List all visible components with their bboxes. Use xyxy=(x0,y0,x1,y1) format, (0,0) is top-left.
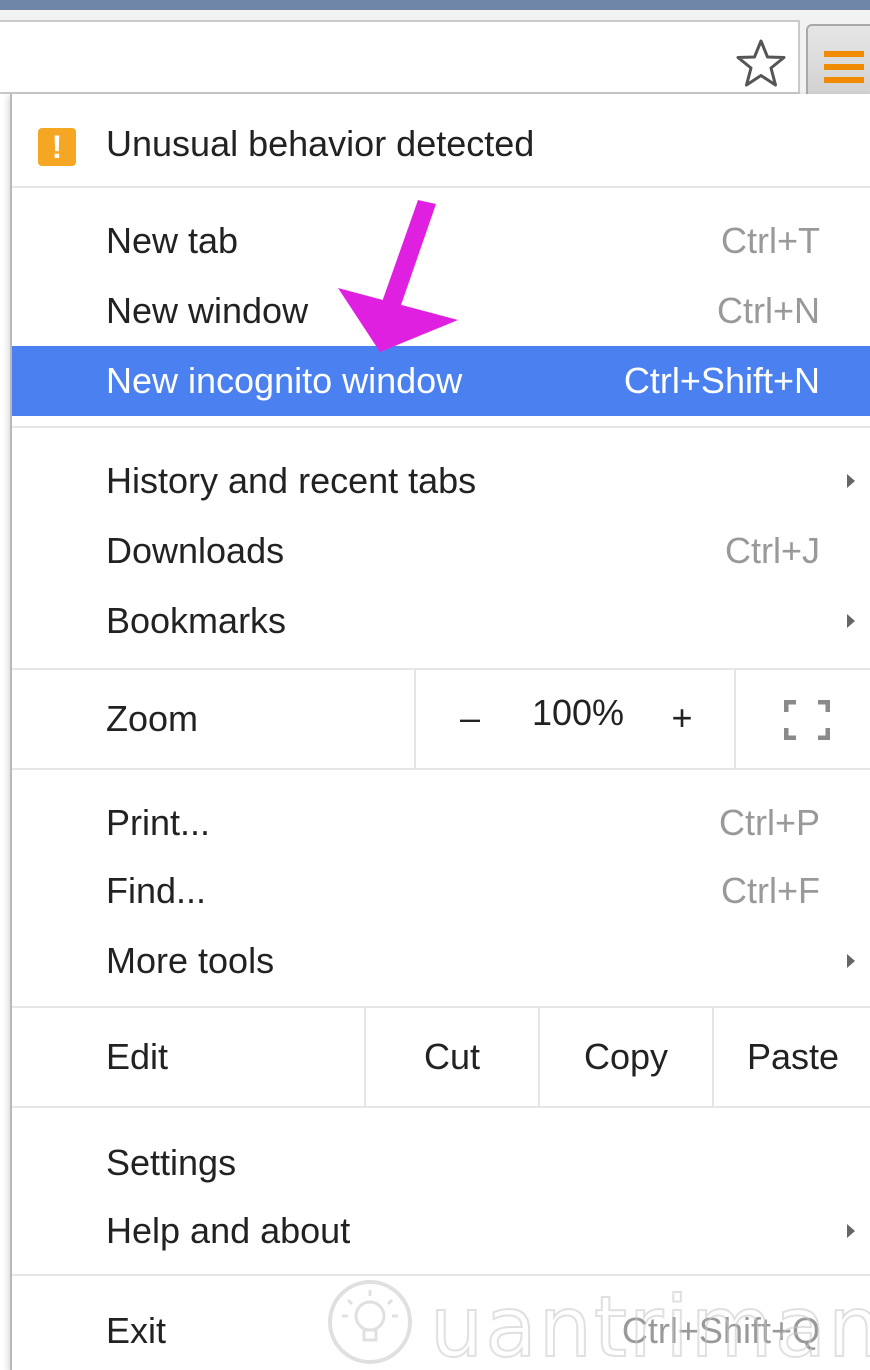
menu-item-label: More tools xyxy=(106,940,275,981)
menu-item-exit[interactable]: Exit Ctrl+Shift+Q xyxy=(12,1296,870,1366)
submenu-arrow-icon xyxy=(847,954,855,968)
browser-toolbar xyxy=(0,0,870,104)
menu-item-edit: Edit Cut Copy Paste xyxy=(12,1008,870,1106)
zoom-level: 100% xyxy=(531,692,625,733)
menu-item-label: Find... xyxy=(106,870,207,911)
browser-screenshot: ! Unusual behavior detected New tab Ctrl… xyxy=(0,0,870,1370)
menu-item-label: Help and about xyxy=(106,1210,351,1251)
menu-item-label: Exit xyxy=(106,1310,167,1351)
submenu-arrow-icon xyxy=(847,1224,855,1238)
menu-separator xyxy=(12,426,870,428)
menu-item-label: New window xyxy=(106,290,309,331)
menu-item-label: New incognito window xyxy=(106,360,463,401)
menu-item-label: Unusual behavior detected xyxy=(106,123,535,164)
edit-label: Edit xyxy=(106,1036,169,1077)
menu-item-unusual-behavior[interactable]: ! Unusual behavior detected xyxy=(12,104,870,184)
menu-item-shortcut: Ctrl+F xyxy=(721,870,820,911)
star-outline-icon[interactable] xyxy=(732,36,790,94)
fullscreen-icon xyxy=(784,700,830,740)
menu-separator xyxy=(12,1274,870,1276)
cut-button[interactable]: Cut xyxy=(364,1008,538,1106)
menu-item-label: Print... xyxy=(106,802,211,843)
menu-separator xyxy=(12,1106,870,1108)
chrome-main-menu: ! Unusual behavior detected New tab Ctrl… xyxy=(10,94,870,1370)
menu-separator xyxy=(12,768,870,770)
menu-item-more-tools[interactable]: More tools xyxy=(12,926,870,996)
zoom-controls: – 100% + xyxy=(414,670,736,768)
menu-item-shortcut: Ctrl+Shift+Q xyxy=(621,1310,820,1351)
fullscreen-button[interactable] xyxy=(736,670,870,768)
submenu-arrow-icon xyxy=(847,614,855,628)
menu-item-print[interactable]: Print... Ctrl+P xyxy=(12,788,870,858)
menu-item-shortcut: Ctrl+T xyxy=(721,220,820,261)
menu-item-history[interactable]: History and recent tabs xyxy=(12,446,870,516)
menu-item-new-incognito-window[interactable]: New incognito window Ctrl+Shift+N xyxy=(12,346,870,416)
menu-item-label: New tab xyxy=(106,220,239,261)
menu-item-find[interactable]: Find... Ctrl+F xyxy=(12,856,870,926)
menu-item-bookmarks[interactable]: Bookmarks xyxy=(12,586,870,656)
paste-button[interactable]: Paste xyxy=(712,1008,870,1106)
zoom-out-button[interactable]: – xyxy=(440,688,500,748)
menu-item-downloads[interactable]: Downloads Ctrl+J xyxy=(12,516,870,586)
copy-button[interactable]: Copy xyxy=(538,1008,712,1106)
menu-item-settings[interactable]: Settings xyxy=(12,1128,870,1198)
hamburger-icon xyxy=(824,51,864,83)
menu-item-shortcut: Ctrl+J xyxy=(724,530,820,571)
menu-item-label: Settings xyxy=(106,1142,237,1183)
zoom-in-button[interactable]: + xyxy=(652,688,712,748)
address-bar[interactable] xyxy=(0,20,800,94)
submenu-arrow-icon xyxy=(847,474,855,488)
menu-item-new-window[interactable]: New window Ctrl+N xyxy=(12,276,870,346)
menu-item-shortcut: Ctrl+P xyxy=(718,802,820,843)
menu-item-help-and-about[interactable]: Help and about xyxy=(12,1196,870,1266)
zoom-label: Zoom xyxy=(106,698,199,739)
menu-item-zoom: Zoom – 100% + xyxy=(12,670,870,768)
warning-icon: ! xyxy=(38,128,76,166)
chrome-menu-button[interactable] xyxy=(806,24,870,104)
menu-item-label: Downloads xyxy=(106,530,285,571)
menu-item-shortcut: Ctrl+Shift+N xyxy=(623,360,820,401)
menu-item-label: Bookmarks xyxy=(106,600,287,641)
menu-item-new-tab[interactable]: New tab Ctrl+T xyxy=(12,206,870,276)
menu-item-label: History and recent tabs xyxy=(106,460,477,501)
menu-item-shortcut: Ctrl+N xyxy=(716,290,820,331)
menu-separator xyxy=(12,186,870,188)
